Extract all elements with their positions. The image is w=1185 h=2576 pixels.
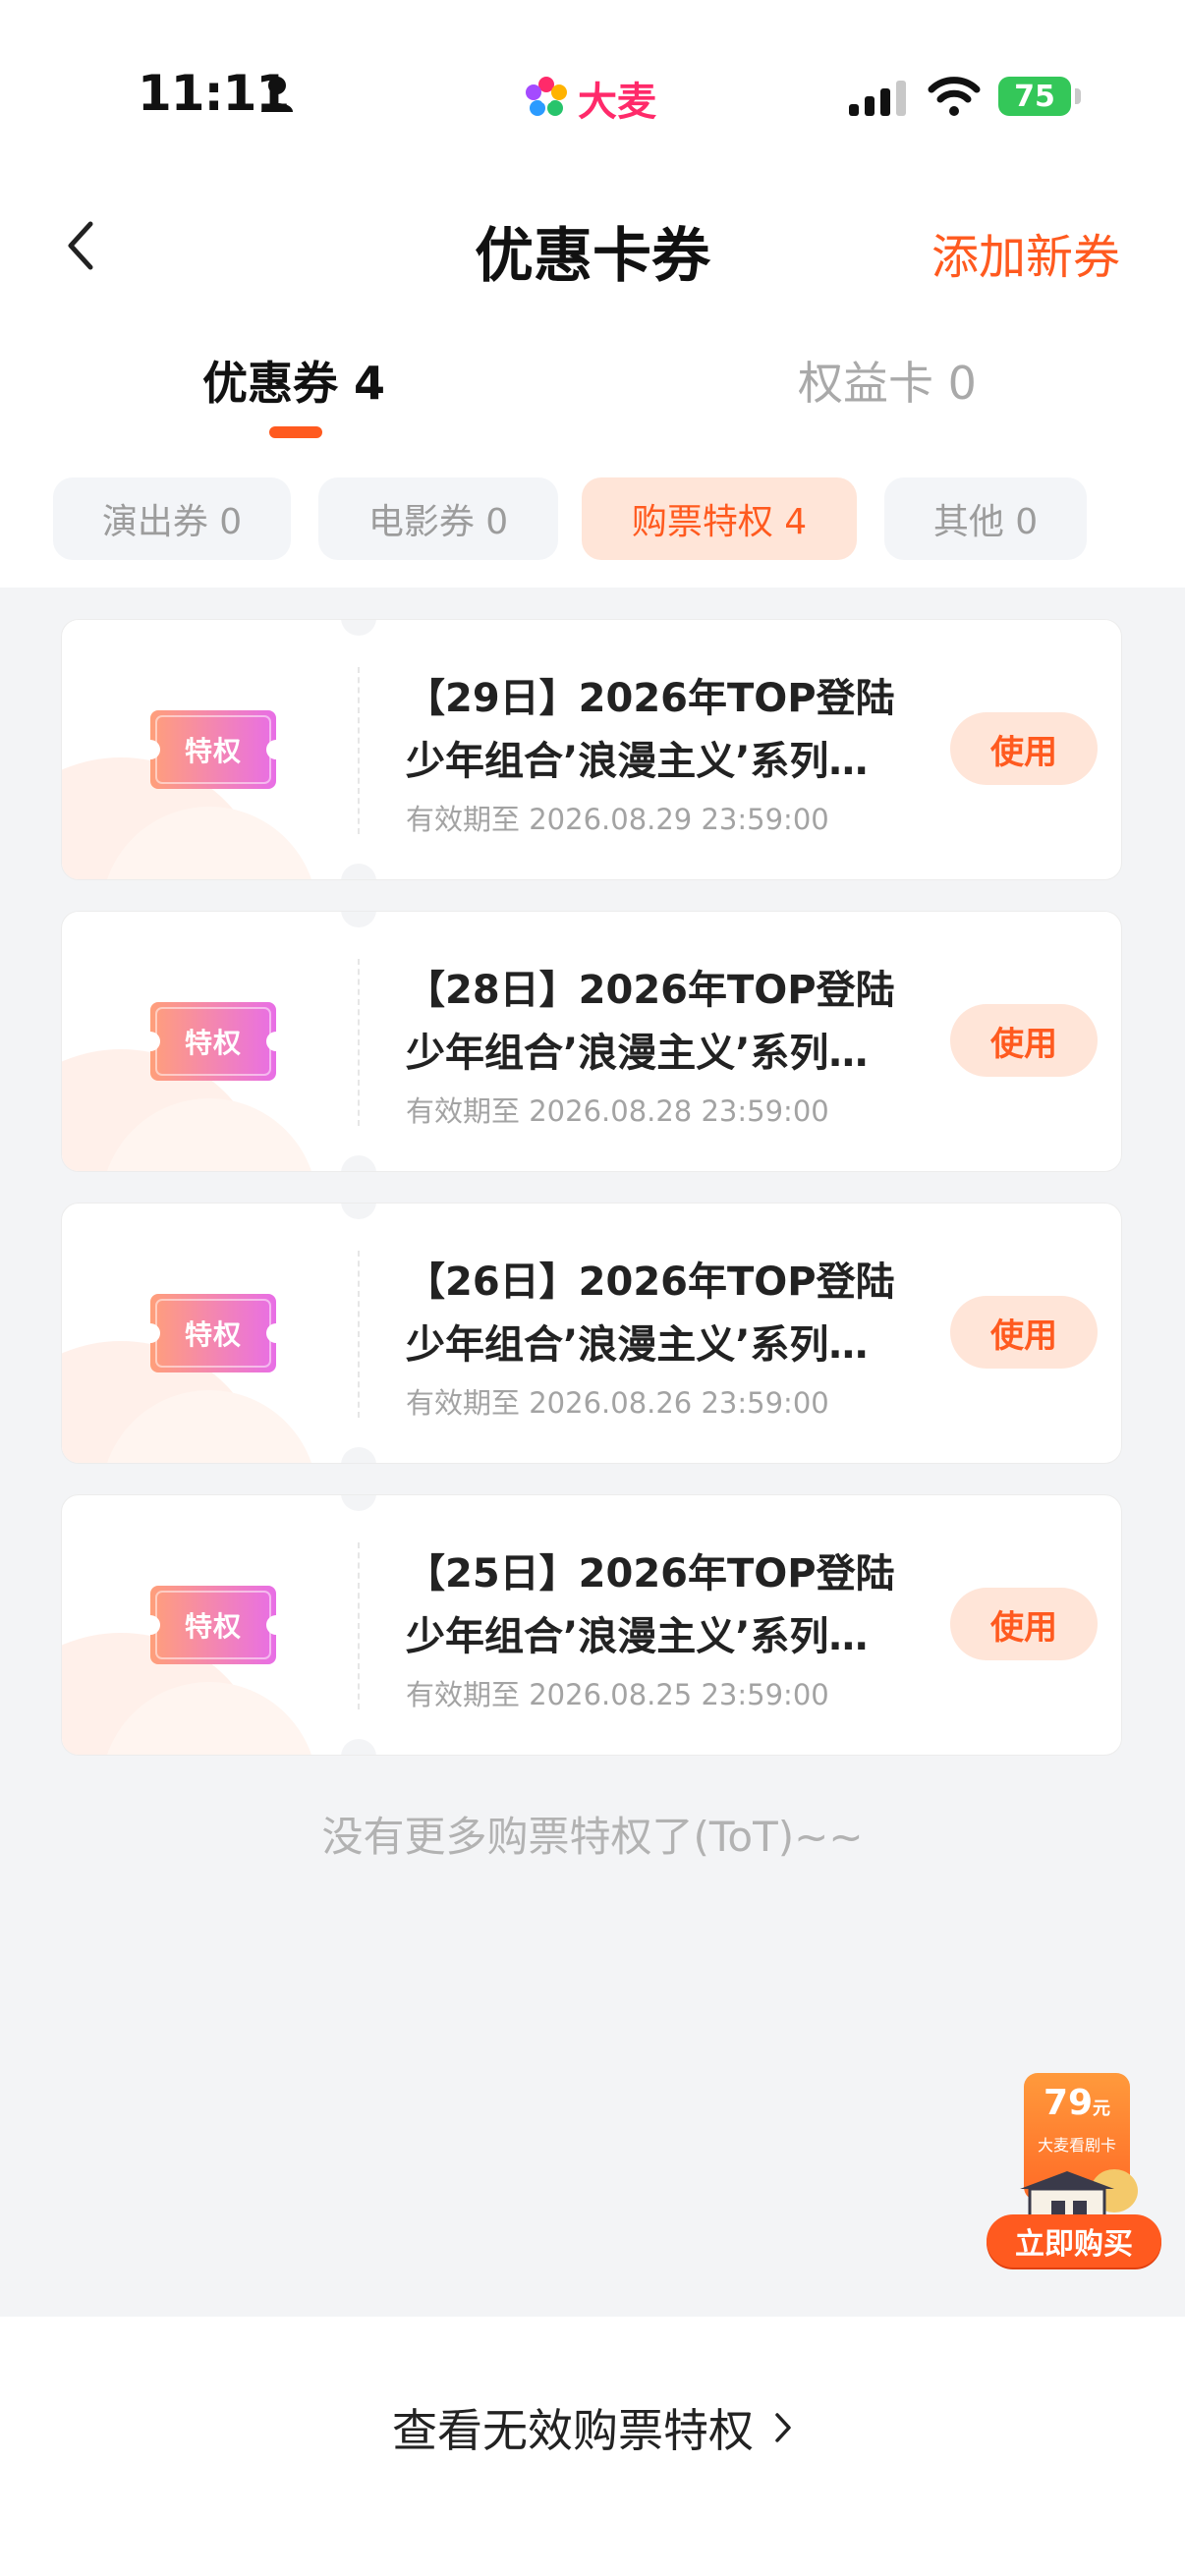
person-icon bbox=[261, 77, 293, 112]
coupon-title-line: 【29日】2026年TOP登陆 bbox=[406, 676, 895, 721]
buy-now-button[interactable]: 立即购买 bbox=[987, 2214, 1161, 2268]
chip-movie-coupon[interactable]: 电影券 0 bbox=[318, 477, 558, 560]
use-button[interactable]: 使用 bbox=[950, 1588, 1098, 1660]
view-invalid-privileges-link[interactable]: 查看无效购票特权 bbox=[0, 2395, 1185, 2460]
coupon-card[interactable]: 特权 【25日】2026年TOP登陆 少年组合’浪漫主义’系列… 有效期至 20… bbox=[61, 1494, 1122, 1756]
coupon-title: 【26日】2026年TOP登陆 少年组合’浪漫主义’系列… bbox=[406, 1251, 956, 1376]
coupon-title: 【29日】2026年TOP登陆 少年组合’浪漫主义’系列… bbox=[406, 667, 956, 793]
coupon-title-line: 少年组合’浪漫主义’系列… bbox=[406, 1614, 869, 1659]
badge-text: 特权 bbox=[184, 735, 242, 767]
coupon-expiry: 有效期至 2026.08.26 23:59:00 bbox=[406, 1386, 829, 1420]
add-coupon-link[interactable]: 添加新券 bbox=[931, 218, 1120, 287]
privilege-badge: 特权 bbox=[150, 1002, 276, 1081]
privilege-badge: 特权 bbox=[150, 1294, 276, 1372]
coupon-title-line: 【28日】2026年TOP登陆 bbox=[406, 968, 895, 1013]
badge-text: 特权 bbox=[184, 1318, 242, 1351]
battery-indicator: 75 bbox=[998, 77, 1081, 116]
ticket-divider bbox=[358, 1542, 360, 1709]
chip-show-coupon[interactable]: 演出券 0 bbox=[53, 477, 291, 560]
coupon-card[interactable]: 特权 【26日】2026年TOP登陆 少年组合’浪漫主义’系列… 有效期至 20… bbox=[61, 1203, 1122, 1464]
battery-level: 75 bbox=[998, 77, 1071, 116]
ticket-divider bbox=[358, 959, 360, 1126]
coupon-card[interactable]: 特权 【28日】2026年TOP登陆 少年组合’浪漫主义’系列… 有效期至 20… bbox=[61, 911, 1122, 1172]
active-tab-indicator bbox=[269, 426, 322, 438]
badge-text: 特权 bbox=[184, 1610, 242, 1643]
coupon-title: 【25日】2026年TOP登陆 少年组合’浪漫主义’系列… bbox=[406, 1542, 956, 1668]
coupon-title-line: 【26日】2026年TOP登陆 bbox=[406, 1260, 895, 1305]
coupon-title: 【28日】2026年TOP登陆 少年组合’浪漫主义’系列… bbox=[406, 959, 956, 1085]
coupon-title-line: 少年组合’浪漫主义’系列… bbox=[406, 1031, 869, 1076]
brand-name: 大麦 bbox=[578, 80, 656, 125]
bottom-bar: 查看无效购票特权 bbox=[0, 2317, 1185, 2576]
ticket-divider bbox=[358, 667, 360, 834]
tab-coupons[interactable]: 优惠券 4 bbox=[202, 348, 385, 413]
coupon-expiry: 有效期至 2026.08.29 23:59:00 bbox=[406, 803, 829, 836]
promo-price-value: 79 bbox=[1043, 2083, 1094, 2123]
privilege-badge: 特权 bbox=[150, 710, 276, 789]
coupon-title-line: 少年组合’浪漫主义’系列… bbox=[406, 739, 869, 784]
chip-ticket-privilege[interactable]: 购票特权 4 bbox=[582, 477, 857, 560]
end-of-list-note: 没有更多购票特权了(ToT)~~ bbox=[321, 1813, 864, 1861]
ticket-divider bbox=[358, 1251, 360, 1418]
privilege-badge: 特权 bbox=[150, 1586, 276, 1664]
coupon-title-line: 【25日】2026年TOP登陆 bbox=[406, 1551, 895, 1596]
badge-text: 特权 bbox=[184, 1027, 242, 1059]
chip-other[interactable]: 其他 0 bbox=[884, 477, 1087, 560]
chevron-right-icon bbox=[775, 2413, 791, 2442]
flower-logo-icon bbox=[526, 77, 567, 116]
coupon-expiry: 有效期至 2026.08.28 23:59:00 bbox=[406, 1094, 829, 1128]
coupon-card[interactable]: 特权 【29日】2026年TOP登陆 少年组合’浪漫主义’系列… 有效期至 20… bbox=[61, 619, 1122, 880]
cellular-signal-icon bbox=[849, 81, 906, 116]
battery-tip bbox=[1075, 88, 1081, 104]
promo-price: 79元 bbox=[1024, 2083, 1130, 2123]
promo-subtitle: 大麦看剧卡 bbox=[1037, 2136, 1116, 2155]
promo-floating-card[interactable]: 79元 大麦看剧卡 立即购买 bbox=[983, 2069, 1165, 2275]
use-button[interactable]: 使用 bbox=[950, 1296, 1098, 1369]
use-button[interactable]: 使用 bbox=[950, 712, 1098, 785]
tab-benefit-cards[interactable]: 权益卡 0 bbox=[798, 348, 977, 413]
view-invalid-label: 查看无效购票特权 bbox=[392, 2404, 754, 2457]
use-button[interactable]: 使用 bbox=[950, 1004, 1098, 1077]
promo-price-unit: 元 bbox=[1093, 2099, 1111, 2119]
coupon-expiry: 有效期至 2026.08.25 23:59:00 bbox=[406, 1678, 829, 1711]
wifi-icon bbox=[928, 77, 981, 116]
brand-logo: 大麦 bbox=[523, 75, 656, 125]
coupon-title-line: 少年组合’浪漫主义’系列… bbox=[406, 1322, 869, 1368]
